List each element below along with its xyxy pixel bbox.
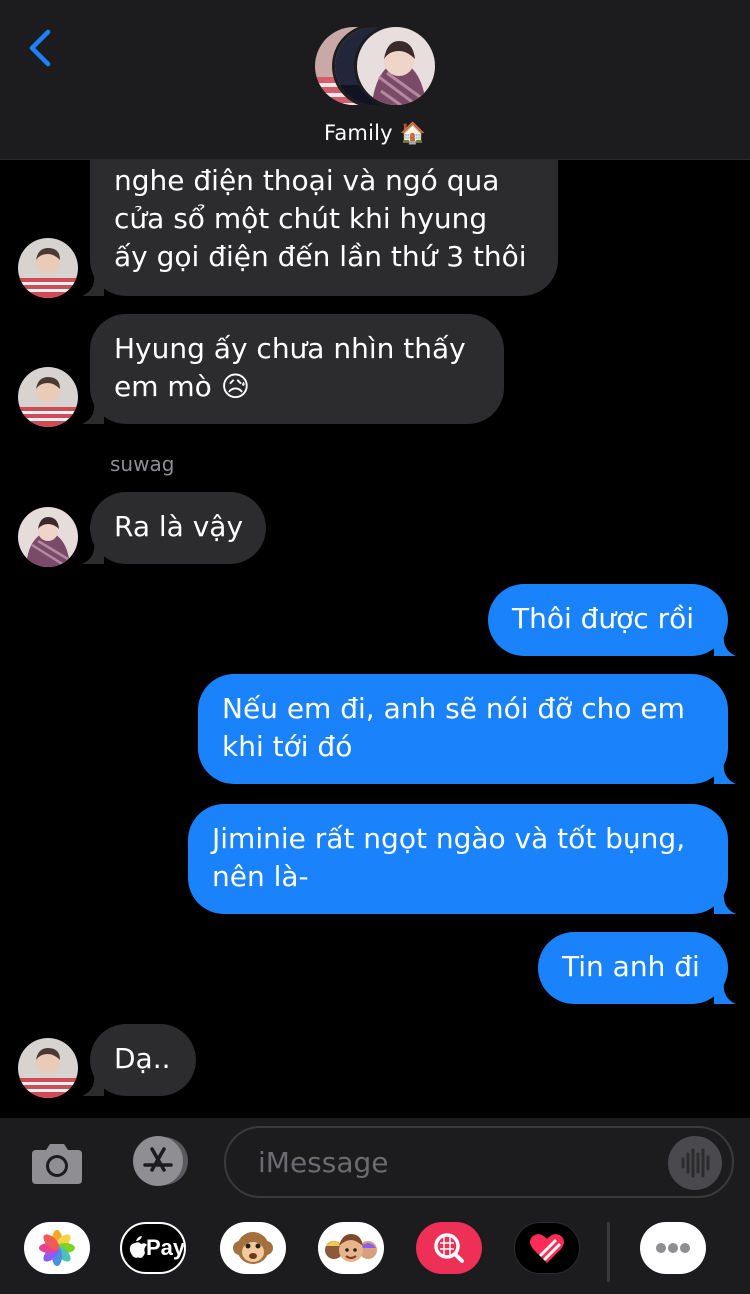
group-avatars[interactable]: [312, 24, 442, 108]
photos-app-icon: [39, 1230, 75, 1266]
app-store-icon: [133, 1136, 188, 1186]
camera-icon: [32, 1144, 82, 1184]
message-line: nên là-: [212, 860, 309, 893]
group-member-avatar: [354, 24, 438, 108]
apple-pay-label: Pay: [146, 1235, 186, 1260]
outgoing-message-bubble[interactable]: Nếu em đi, anh sẽ nói đỡ cho em khi tới …: [198, 674, 736, 784]
more-icon: [656, 1243, 690, 1253]
bubble-tail: [82, 542, 104, 564]
image-search-button[interactable]: [416, 1222, 482, 1274]
back-button[interactable]: [22, 26, 62, 70]
bubble-tail: [82, 1074, 104, 1096]
message-line: Dạ..: [114, 1042, 171, 1075]
audio-message-button[interactable]: [668, 1136, 722, 1190]
avatar[interactable]: [18, 238, 78, 298]
bubble-tail: [714, 982, 736, 1004]
sender-name: suwag: [110, 452, 175, 476]
avatar[interactable]: [18, 1038, 78, 1098]
tray-divider: [607, 1222, 610, 1282]
app-drawer: Pay: [0, 1222, 750, 1282]
chevron-left-icon: [29, 29, 51, 67]
monkey-animoji-icon: [233, 1232, 273, 1264]
bubble-tail: [82, 402, 104, 424]
digital-touch-heart-icon: [530, 1234, 564, 1263]
message-list[interactable]: nghe điện thoại và ngó qua cửa sổ một ch…: [0, 160, 750, 1118]
message-line: Ra là vậy: [114, 510, 244, 543]
outgoing-message-bubble[interactable]: Thôi được rồi: [488, 584, 736, 656]
message-line: Tin anh đi: [562, 950, 700, 983]
bubble-tail: [714, 892, 736, 914]
incoming-message-bubble[interactable]: Dạ..: [82, 1024, 196, 1096]
group-name[interactable]: Family 🏠: [0, 121, 750, 146]
message-line: ấy gọi điện đến lần thứ 3 thôi: [114, 240, 527, 273]
photos-app-button[interactable]: [24, 1222, 90, 1274]
app-store-button[interactable]: [126, 1134, 192, 1188]
bubble-tail: [714, 634, 736, 656]
image-search-icon: [434, 1233, 464, 1263]
incoming-message-bubble[interactable]: Ra là vậy: [82, 492, 266, 564]
incoming-message-bubble[interactable]: nghe điện thoại và ngó qua cửa sổ một ch…: [82, 160, 558, 296]
message-input[interactable]: iMessage: [224, 1126, 734, 1198]
bubble-tail: [714, 762, 736, 784]
message-line: khi tới đó: [222, 730, 353, 763]
message-line: Thôi được rồi: [512, 602, 695, 635]
conversation-header: Family 🏠: [0, 0, 750, 160]
avatar[interactable]: [18, 367, 78, 427]
memoji-stickers-icon: [325, 1234, 377, 1262]
message-input-placeholder: iMessage: [258, 1146, 389, 1179]
message-line: cửa sổ một chút khi hyung: [114, 202, 488, 235]
outgoing-message-bubble[interactable]: Jiminie rất ngọt ngào và tốt bụng, nên l…: [188, 804, 736, 914]
more-apps-button[interactable]: [640, 1222, 706, 1274]
apple-pay-button[interactable]: Pay: [120, 1222, 186, 1274]
message-line: Jiminie rất ngọt ngào và tốt bụng,: [212, 822, 686, 855]
message-line: em mò 😥: [114, 370, 250, 403]
memoji-stickers-button[interactable]: [318, 1222, 384, 1274]
avatar[interactable]: [18, 507, 78, 567]
camera-button[interactable]: [30, 1138, 84, 1186]
bubble-tail: [82, 274, 104, 296]
composer-area: iMessage Pay: [0, 1118, 750, 1294]
message-line: nghe điện thoại và ngó qua: [114, 164, 500, 197]
digital-touch-button[interactable]: [514, 1222, 580, 1274]
message-line: Hyung ấy chưa nhìn thấy: [114, 332, 466, 365]
audio-waveform-icon: [681, 1148, 710, 1178]
animoji-button[interactable]: [220, 1222, 286, 1274]
incoming-message-bubble[interactable]: Hyung ấy chưa nhìn thấy em mò 😥: [82, 314, 504, 424]
outgoing-message-bubble[interactable]: Tin anh đi: [538, 932, 736, 1004]
message-line: Nếu em đi, anh sẽ nói đỡ cho em: [222, 692, 685, 725]
